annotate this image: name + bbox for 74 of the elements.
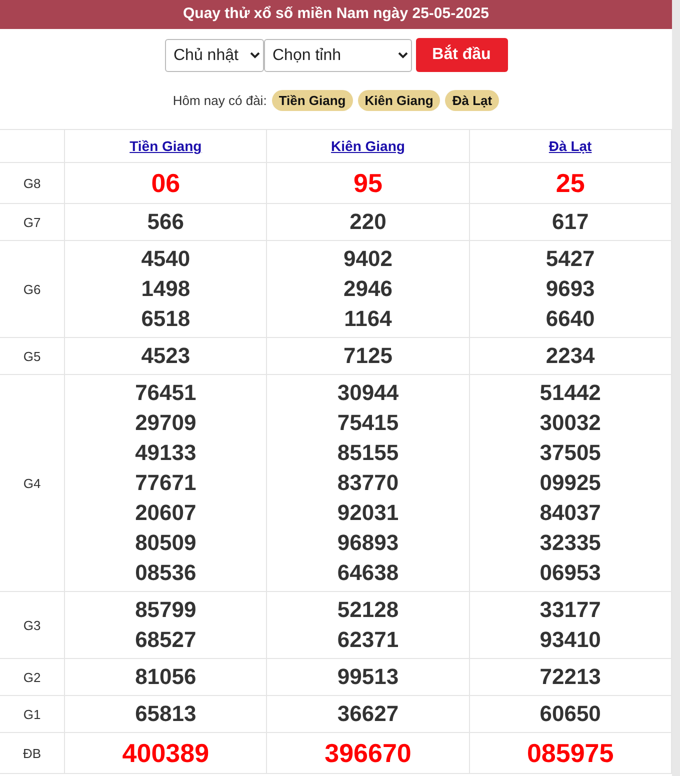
prize-label: G4 bbox=[0, 374, 64, 592]
lottery-number: 400389 bbox=[121, 737, 210, 770]
lottery-number: 4523 bbox=[140, 342, 192, 370]
lottery-number: 80509 bbox=[134, 529, 198, 557]
lottery-number: 84037 bbox=[538, 499, 602, 527]
lottery-number: 9402 bbox=[342, 245, 394, 273]
lottery-number: 220 bbox=[348, 208, 388, 236]
lottery-number: 5427 bbox=[544, 245, 596, 273]
lottery-number: 09925 bbox=[538, 469, 602, 497]
lottery-number: 2946 bbox=[342, 275, 394, 303]
lottery-number: 9693 bbox=[544, 275, 596, 303]
lottery-number: 62371 bbox=[336, 626, 400, 654]
prize-label: G8 bbox=[0, 162, 64, 204]
lottery-number: 49133 bbox=[134, 439, 198, 467]
day-dropdown[interactable]: Chủ nhật bbox=[164, 38, 264, 72]
lottery-number: 4540 bbox=[140, 245, 192, 273]
station-tag[interactable]: Đà Lạt bbox=[445, 90, 500, 110]
lottery-number: 617 bbox=[550, 208, 590, 236]
prize-label: ĐB bbox=[0, 732, 64, 774]
today-label: Hôm nay có đài: bbox=[172, 92, 267, 108]
lottery-number: 7125 bbox=[342, 342, 394, 370]
lottery-number: 51442 bbox=[538, 379, 602, 407]
lottery-number: 64638 bbox=[336, 559, 400, 587]
lottery-number: 06 bbox=[150, 167, 182, 200]
lottery-number: 2234 bbox=[544, 342, 596, 370]
prize-label: G1 bbox=[0, 696, 64, 732]
lottery-number: 085975 bbox=[526, 737, 615, 770]
page-title: Quay thử xổ số miền Nam ngày 25-05-2025 bbox=[0, 0, 672, 29]
lottery-number: 6640 bbox=[544, 305, 596, 333]
lottery-number: 33177 bbox=[538, 596, 602, 624]
prize-label: G5 bbox=[0, 338, 64, 374]
lottery-number: 92031 bbox=[336, 499, 400, 527]
station-tag[interactable]: Kiên Giang bbox=[358, 90, 440, 110]
lottery-number: 65813 bbox=[134, 700, 198, 728]
lottery-number: 72213 bbox=[538, 663, 602, 691]
lottery-number: 06953 bbox=[538, 559, 602, 587]
lottery-number: 85155 bbox=[336, 439, 400, 467]
lottery-number: 60650 bbox=[538, 700, 602, 728]
lottery-number: 85799 bbox=[134, 596, 198, 624]
prize-label: G2 bbox=[0, 658, 64, 696]
prize-label: G6 bbox=[0, 240, 64, 338]
lottery-number: 1498 bbox=[140, 275, 192, 303]
prize-label: G3 bbox=[0, 592, 64, 658]
province-dropdown[interactable]: Chọn tỉnh bbox=[264, 38, 412, 72]
lottery-number: 30032 bbox=[538, 409, 602, 437]
lottery-number: 81056 bbox=[134, 663, 198, 691]
lottery-number: 30944 bbox=[336, 379, 400, 407]
station-link[interactable]: Tiền Giang bbox=[130, 138, 202, 154]
lottery-number: 52128 bbox=[336, 596, 400, 624]
lottery-number: 36627 bbox=[336, 700, 400, 728]
lottery-number: 396670 bbox=[324, 737, 412, 770]
station-tag[interactable]: Tiền Giang bbox=[272, 90, 353, 110]
lottery-number: 37505 bbox=[538, 439, 602, 467]
prize-label: G7 bbox=[0, 204, 64, 240]
lottery-number: 20607 bbox=[134, 499, 198, 527]
lottery-number: 08536 bbox=[134, 559, 198, 587]
lottery-number: 95 bbox=[352, 167, 384, 200]
lottery-number: 83770 bbox=[336, 469, 400, 497]
lottery-number: 96893 bbox=[336, 529, 400, 557]
lottery-number: 93410 bbox=[538, 626, 602, 654]
lottery-number: 29709 bbox=[134, 409, 198, 437]
station-link[interactable]: Đà Lạt bbox=[548, 138, 592, 154]
lottery-number: 1164 bbox=[343, 305, 393, 333]
lottery-number: 76451 bbox=[134, 379, 198, 407]
lottery-number: 6518 bbox=[140, 305, 192, 333]
lottery-number: 99513 bbox=[336, 663, 400, 691]
lottery-number: 32335 bbox=[538, 529, 602, 557]
lottery-number: 77671 bbox=[134, 469, 198, 497]
start-button[interactable]: Bắt đầu bbox=[416, 38, 508, 72]
lottery-number: 25 bbox=[554, 167, 586, 200]
lottery-number: 75415 bbox=[336, 409, 400, 437]
lottery-number: 68527 bbox=[134, 626, 198, 654]
station-link[interactable]: Kiên Giang bbox=[331, 138, 405, 154]
lottery-number: 566 bbox=[146, 208, 186, 236]
